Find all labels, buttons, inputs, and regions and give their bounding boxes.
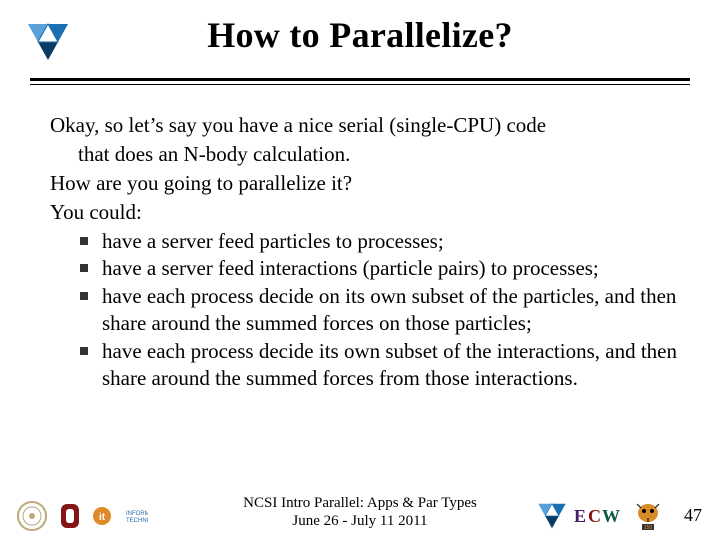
- slide-header: How to Parallelize?: [0, 0, 720, 104]
- svg-text:E: E: [574, 506, 586, 526]
- svg-text:C: C: [588, 506, 601, 526]
- footer-logos-right: E C W 150: [536, 500, 664, 532]
- ecw-logo-icon: E C W: [574, 500, 626, 532]
- svg-text:W: W: [602, 506, 620, 526]
- slide: How to Parallelize? Okay, so let’s say y…: [0, 0, 720, 540]
- intro-line-2: that does an N-body calculation.: [50, 141, 680, 168]
- header-rule-thin: [30, 84, 690, 85]
- intro-line-1: Okay, so let’s say you have a nice seria…: [50, 112, 680, 139]
- header-rule-thick: [30, 78, 690, 81]
- triangle-logo-icon: [536, 500, 568, 532]
- page-number: 47: [684, 505, 702, 526]
- slide-footer: it INFORMATION TECHNOLOGY NCSI Intro Par…: [0, 480, 720, 540]
- intro-line-4: You could:: [50, 199, 680, 226]
- bullet-item: have each process decide its own subset …: [78, 338, 680, 392]
- slide-title: How to Parallelize?: [0, 14, 720, 56]
- svg-text:150: 150: [644, 525, 653, 531]
- triangle-logo-icon: [26, 22, 70, 62]
- bullet-item: have each process decide on its own subs…: [78, 283, 680, 337]
- bullet-list: have a server feed particles to processe…: [50, 228, 680, 392]
- bullet-item: have a server feed particles to processe…: [78, 228, 680, 255]
- intro-line-3: How are you going to parallelize it?: [50, 170, 680, 197]
- bullet-item: have a server feed interactions (particl…: [78, 255, 680, 282]
- slide-body: Okay, so let’s say you have a nice seria…: [50, 112, 680, 393]
- tiger-logo-icon: 150: [632, 500, 664, 532]
